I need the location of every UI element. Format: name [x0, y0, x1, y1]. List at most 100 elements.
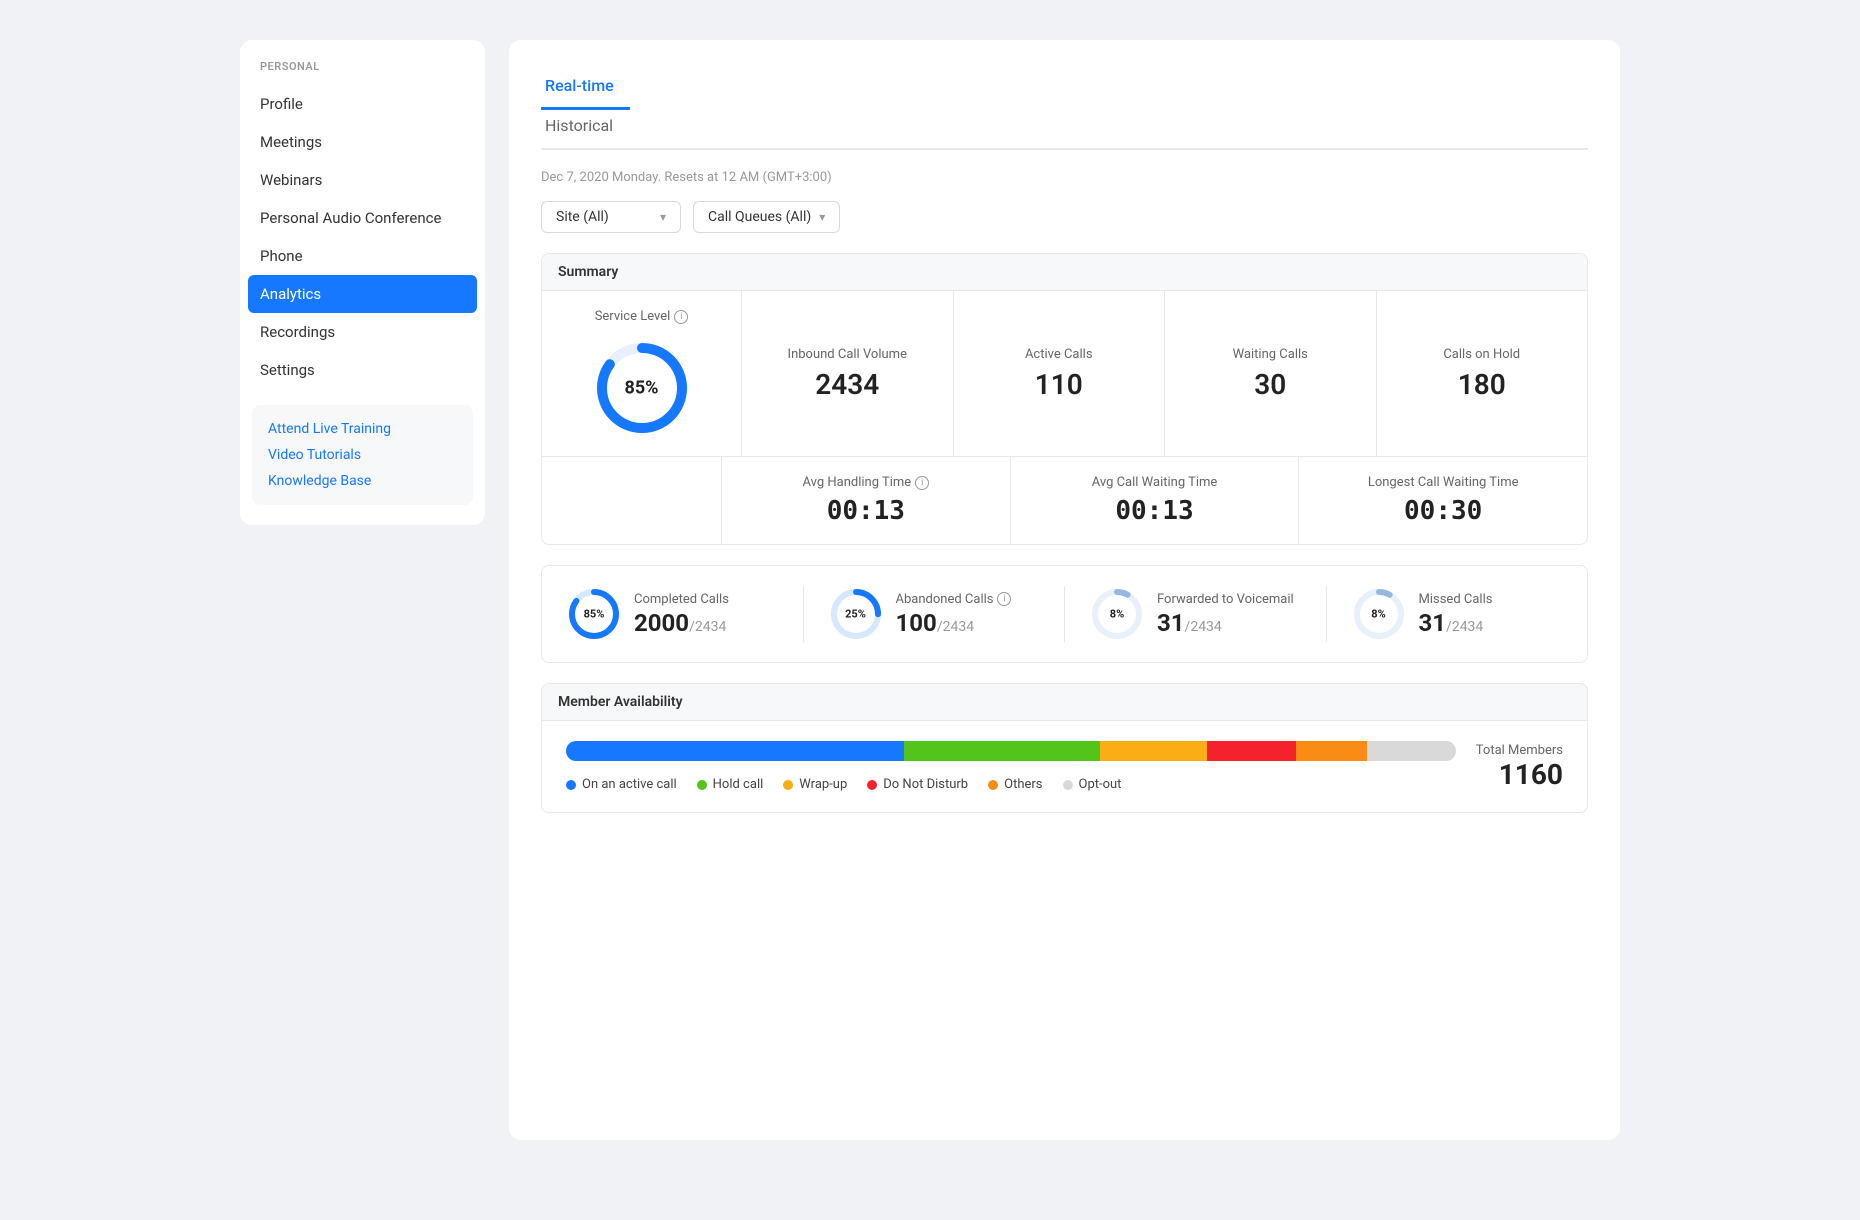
- sidebar-item-recordings[interactable]: Recordings: [240, 313, 485, 351]
- chevron-down-icon: ▾: [819, 210, 825, 224]
- sidebar-item-profile[interactable]: Profile: [240, 85, 485, 123]
- sidebar-link-knowledge-base[interactable]: Knowledge Base: [268, 473, 457, 489]
- bar-segment-wrap-up: [1100, 741, 1207, 761]
- mini-donut-text: 25%: [845, 608, 866, 621]
- stat-card-active-calls: Active Calls 110: [954, 291, 1166, 456]
- call-stat-value: 31/2434: [1157, 609, 1294, 637]
- legend-dot: [1063, 780, 1073, 790]
- service-level-value: 85%: [625, 378, 659, 399]
- sidebar-item-phone[interactable]: Phone: [240, 237, 485, 275]
- call-stat-total: /2434: [937, 619, 974, 635]
- service-level-card: Service Level i 85%: [542, 291, 742, 456]
- sidebar-item-personal-audio[interactable]: Personal Audio Conference: [240, 199, 485, 237]
- stat-label: Waiting Calls: [1233, 347, 1308, 362]
- stat-value: 180: [1458, 368, 1506, 401]
- sidebar-item-analytics[interactable]: Analytics: [248, 275, 477, 313]
- legend-label: Hold call: [713, 777, 764, 792]
- stats-row-2: Avg Handling Timei 00:13 Avg Call Waitin…: [542, 457, 1587, 544]
- call-stat-label: Forwarded to Voicemail: [1157, 592, 1294, 607]
- main-content: Real-timeHistorical Dec 7, 2020 Monday. …: [509, 40, 1620, 1140]
- stats-row-1: Service Level i 85% Inbound Call Volume …: [542, 291, 1587, 457]
- legend-item-hold-call: Hold call: [697, 777, 764, 792]
- sidebar-item-settings[interactable]: Settings: [240, 351, 485, 389]
- call-stat-value: 31/2434: [1419, 609, 1493, 637]
- sidebar-section-label: PERSONAL: [240, 60, 485, 85]
- legend-label: On an active call: [582, 777, 677, 792]
- call-stat-label: Abandoned Callsi: [896, 592, 1012, 607]
- bar-segment-do-not-disturb: [1207, 741, 1296, 761]
- legend-dot: [988, 780, 998, 790]
- legend-dot: [783, 780, 793, 790]
- call-stat-total: /2434: [1185, 619, 1222, 635]
- stat-label: Active Calls: [1025, 347, 1093, 362]
- chevron-down-icon: ▾: [660, 210, 666, 224]
- call-queues-filter-label: Call Queues (All): [708, 209, 811, 225]
- total-members-block: Total Members 1160: [1476, 743, 1563, 791]
- sidebar-link-video-tutorials[interactable]: Video Tutorials: [268, 447, 457, 463]
- stat-value: 00:13: [827, 496, 905, 526]
- legend-dot: [566, 780, 576, 790]
- call-stat-item-abandoned-calls: 25% Abandoned Callsi 100/2434: [828, 586, 1066, 642]
- call-queues-filter[interactable]: Call Queues (All) ▾: [693, 201, 840, 233]
- site-filter-label: Site (All): [556, 209, 609, 225]
- call-stats-section: 85% Completed Calls 2000/2434 25% Abando…: [541, 565, 1588, 663]
- stat-label: Calls on Hold: [1443, 347, 1520, 362]
- stat-label: Longest Call Waiting Time: [1368, 475, 1519, 490]
- sidebar-links: Attend Live Training Video Tutorials Knowl…: [252, 405, 473, 505]
- stat-card-avg-call-waiting-time: Avg Call Waiting Time 00:13: [1011, 457, 1300, 544]
- mini-donut-completed-calls: 85%: [566, 586, 622, 642]
- sidebar-item-webinars[interactable]: Webinars: [240, 161, 485, 199]
- service-level-label: Service Level i: [595, 309, 689, 324]
- site-filter[interactable]: Site (All) ▾: [541, 201, 681, 233]
- stat-label: Avg Call Waiting Time: [1092, 475, 1218, 490]
- stat-card-longest-call-waiting-time: Longest Call Waiting Time 00:30: [1299, 457, 1587, 544]
- mini-donut-text: 8%: [1110, 608, 1124, 621]
- mini-donut-missed-calls: 8%: [1351, 586, 1407, 642]
- info-icon[interactable]: i: [915, 476, 929, 490]
- legend-item-do-not-disturb: Do Not Disturb: [867, 777, 968, 792]
- legend-item-opt-out: Opt-out: [1063, 777, 1122, 792]
- mini-donut-forwarded-to-voicemail: 8%: [1089, 586, 1145, 642]
- date-info: Dec 7, 2020 Monday. Resets at 12 AM (GMT…: [541, 170, 1588, 185]
- total-members-label: Total Members: [1476, 743, 1563, 758]
- call-stat-label: Missed Calls: [1419, 592, 1493, 607]
- legend-item-others: Others: [988, 777, 1042, 792]
- filters: Site (All) ▾ Call Queues (All) ▾: [541, 201, 1588, 233]
- legend-item-wrap-up: Wrap-up: [783, 777, 847, 792]
- legend-label: Opt-out: [1079, 777, 1122, 792]
- sidebar-link-live-training[interactable]: Attend Live Training: [268, 421, 457, 437]
- legend-dot: [867, 780, 877, 790]
- member-availability-bar: [566, 741, 1456, 761]
- bar-segment-others: [1296, 741, 1367, 761]
- legend-label: Do Not Disturb: [883, 777, 968, 792]
- call-stat-label: Completed Calls: [634, 592, 729, 607]
- tab-realtime[interactable]: Real-time: [541, 68, 630, 110]
- tab-historical[interactable]: Historical: [541, 108, 630, 150]
- stat-value: 30: [1254, 368, 1286, 401]
- legend-dot: [697, 780, 707, 790]
- bar-segment-hold-call: [904, 741, 1100, 761]
- call-stat-value: 100/2434: [896, 609, 1012, 637]
- summary-stats-container: Service Level i 85% Inbound Call Volume …: [541, 290, 1588, 545]
- call-stat-item-forwarded-to-voicemail: 8% Forwarded to Voicemail 31/2434: [1089, 586, 1327, 642]
- service-level-info-icon[interactable]: i: [674, 310, 688, 324]
- total-members-value: 1160: [1499, 758, 1563, 791]
- legend-label: Wrap-up: [799, 777, 847, 792]
- tabs: Real-timeHistorical: [541, 68, 1588, 150]
- mini-donut-abandoned-calls: 25%: [828, 586, 884, 642]
- call-stat-value: 2000/2434: [634, 609, 729, 637]
- call-stat-item-completed-calls: 85% Completed Calls 2000/2434: [566, 586, 804, 642]
- call-stat-total: /2434: [1446, 619, 1483, 635]
- legend-label: Others: [1004, 777, 1042, 792]
- stat-value: 00:13: [1115, 496, 1193, 526]
- member-availability-section-header: Member Availability: [541, 683, 1588, 720]
- stat-label: Inbound Call Volume: [788, 347, 907, 362]
- info-icon[interactable]: i: [997, 592, 1011, 606]
- stat-value: 110: [1035, 368, 1083, 401]
- stat-card-inbound-call-volume: Inbound Call Volume 2434: [742, 291, 954, 456]
- stat-card-calls-on-hold: Calls on Hold 180: [1377, 291, 1588, 456]
- service-level-donut: 85%: [592, 338, 692, 438]
- mini-donut-text: 85%: [584, 608, 605, 621]
- mini-donut-text: 8%: [1371, 608, 1385, 621]
- sidebar-item-meetings[interactable]: Meetings: [240, 123, 485, 161]
